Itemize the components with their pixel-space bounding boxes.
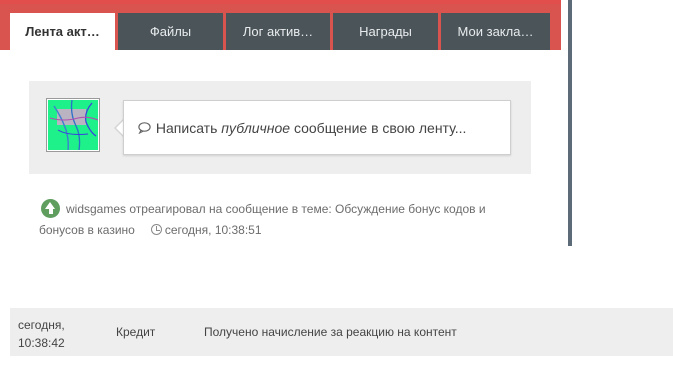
ledger-date: сегодня, 10:38:42 [18,316,88,352]
clock-icon [150,224,162,235]
avatar[interactable] [46,98,100,152]
tab-files[interactable]: Файлы [118,13,223,50]
right-divider [568,0,572,246]
status-composer: Написать публичное сообщение в свою лент… [29,81,531,174]
composer-placeholder-suffix: сообщение в свою ленту... [290,120,467,136]
ledger-date-line2: 10:38:42 [18,336,65,350]
speech-bubble-icon [138,101,152,156]
avatar-image [48,100,98,150]
activity-text[interactable]: widsgames отреагировал на сообщение в те… [39,202,486,237]
activity-time: сегодня, 10:38:51 [164,223,262,237]
page: Лента акт… Файлы Лог актив… Награды Мои … [0,0,673,384]
tab-bookmarks[interactable]: Мои закла… [441,13,550,50]
status-update-input[interactable]: Написать публичное сообщение в свою лент… [123,100,511,155]
tab-awards[interactable]: Награды [333,13,438,50]
ledger-type: Кредит [116,325,156,339]
composer-placeholder-prefix: Написать [155,120,222,136]
arrow-up-circle-icon [41,199,60,218]
tab-activity-feed[interactable]: Лента акт… [10,13,115,51]
ledger-description: Получено начисление за реакцию на контен… [204,325,457,339]
activity-item: widsgames отреагировал на сообщение в те… [39,199,519,241]
ledger-row: сегодня, 10:38:42 Кредит Получено начисл… [10,308,673,356]
composer-placeholder-emphasis: публичное [221,120,291,136]
tab-activity-log[interactable]: Лог актив… [226,13,330,50]
profile-tab-bar: Лента акт… Файлы Лог актив… Награды Мои … [0,0,561,51]
ledger-date-line1: сегодня, [18,318,65,332]
tab-bar-accent [0,0,561,4]
